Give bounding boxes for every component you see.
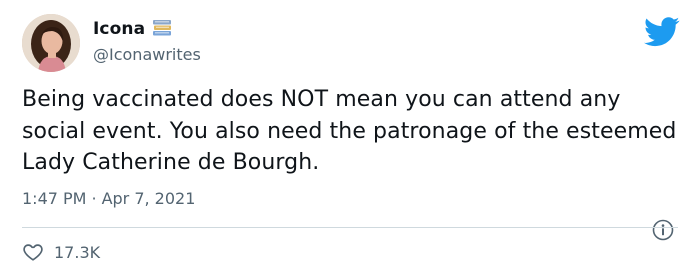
display-name[interactable]: Icona [93,19,145,39]
info-icon[interactable] [652,219,674,241]
avatar-photo [22,14,80,72]
tweet-text: Being vaccinated does NOT mean you can a… [22,87,677,175]
author-row: Icona [93,17,173,41]
like-count: 17.3K [54,242,101,262]
tweet-card: Icona @Iconawrites Being vaccinated does… [0,0,700,280]
tweet-time: 1:47 PM [22,189,87,208]
divider [22,227,678,228]
tweet-timestamp[interactable]: 1:47 PM · Apr 7, 2021 [22,189,195,208]
books-icon [151,18,173,40]
avatar[interactable] [22,14,80,72]
tweet-date: Apr 7, 2021 [101,189,196,208]
author-handle[interactable]: @Iconawrites [93,45,201,64]
heart-icon [22,241,44,263]
twitter-bird-icon[interactable] [644,17,680,47]
meta-separator: · [91,189,97,208]
like-button[interactable]: 17.3K [22,241,100,263]
